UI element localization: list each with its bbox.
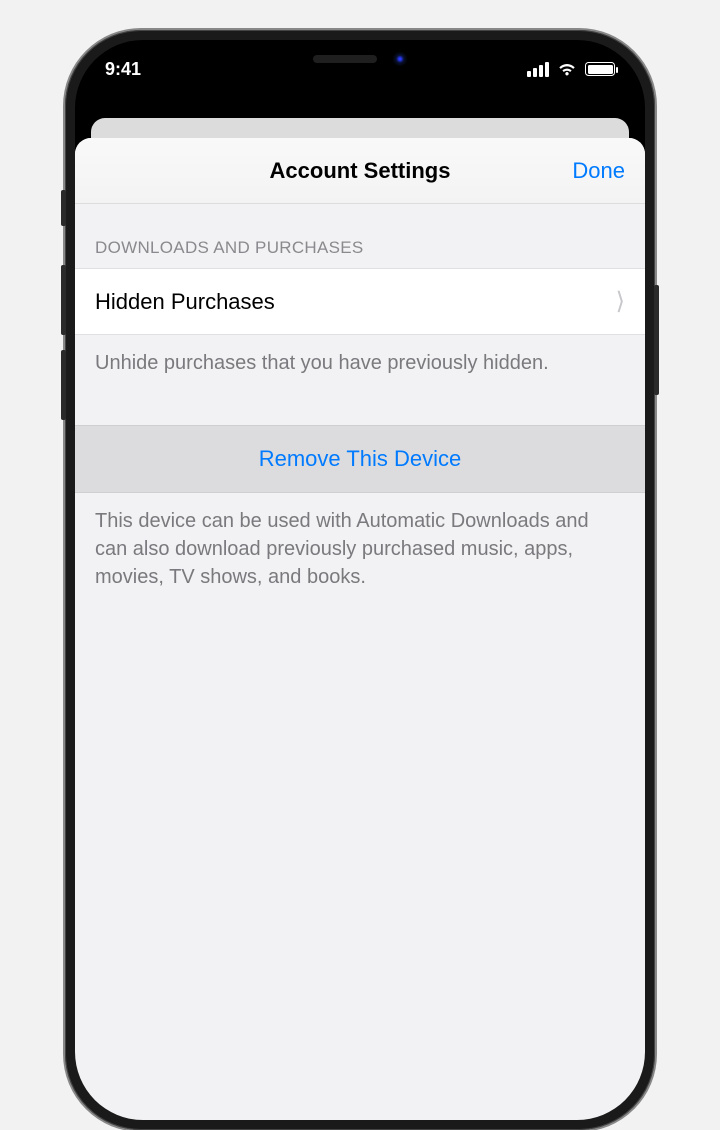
volume-up-button [61, 265, 66, 335]
silence-switch [61, 190, 66, 226]
notch [250, 40, 470, 78]
section-header-downloads: Downloads and Purchases [75, 204, 645, 268]
chevron-right-icon: ⟩ [616, 287, 625, 316]
power-button [654, 285, 659, 395]
status-time: 9:41 [105, 59, 141, 80]
remove-device-footer: This device can be used with Automatic D… [75, 493, 645, 621]
front-camera [393, 52, 407, 66]
cellular-signal-icon [527, 62, 549, 77]
hidden-purchases-footer: Unhide purchases that you have previousl… [75, 335, 645, 407]
wifi-icon [557, 62, 577, 77]
remove-this-device-button[interactable]: Remove This Device [75, 425, 645, 493]
modal-nav-bar: Account Settings Done [75, 138, 645, 204]
done-button[interactable]: Done [572, 158, 625, 184]
speaker-grill [313, 55, 377, 63]
page-title: Account Settings [270, 158, 451, 184]
iphone-device-frame: 9:41 Account Settings Done [65, 30, 655, 1130]
battery-icon [585, 62, 615, 76]
hidden-purchases-label: Hidden Purchases [95, 289, 275, 315]
volume-down-button [61, 350, 66, 420]
account-settings-sheet: Account Settings Done Downloads and Purc… [75, 138, 645, 1120]
hidden-purchases-row[interactable]: Hidden Purchases ⟩ [75, 268, 645, 335]
